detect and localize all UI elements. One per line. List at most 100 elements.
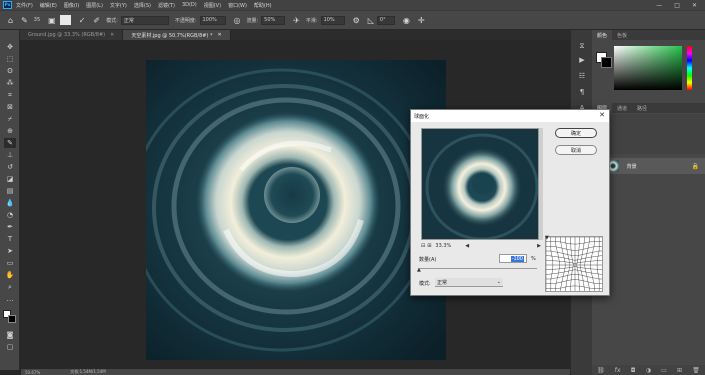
shape-tool-icon[interactable]: ▭ <box>4 258 16 268</box>
path-select-tool-icon[interactable]: ➤ <box>4 246 16 256</box>
brush-icon[interactable]: ✐ <box>93 16 100 25</box>
quick-mask-icon[interactable]: ◙ <box>4 330 16 340</box>
opacity-field[interactable]: 100% <box>199 15 226 25</box>
lasso-tool-icon[interactable]: ʘ <box>4 66 16 76</box>
tab-color[interactable]: 颜色 <box>592 30 613 40</box>
amount-slider-track[interactable] <box>419 268 537 269</box>
paragraph-panel-icon[interactable]: ¶ <box>577 88 587 98</box>
mode-label: 模式: <box>106 17 118 24</box>
add-mask-icon[interactable]: ◘ <box>631 367 636 374</box>
more-tools-icon[interactable]: … <box>4 294 16 304</box>
scroll-left-icon[interactable]: ◀ <box>465 243 469 249</box>
new-group-icon[interactable]: ▭ <box>661 367 667 374</box>
pen-tool-icon[interactable]: ✒ <box>4 222 16 232</box>
brush-preview-swatch[interactable] <box>59 15 71 25</box>
preview-scrollbar[interactable] <box>539 128 543 240</box>
menu-3d[interactable]: 3D(D) <box>182 2 197 8</box>
link-layers-icon[interactable]: ⛓ <box>597 367 605 374</box>
menu-filter[interactable]: 滤镜(T) <box>158 2 175 9</box>
healing-tool-icon[interactable]: ⊕ <box>4 126 16 136</box>
symmetry-icon[interactable]: ✛ <box>418 16 425 25</box>
dodge-tool-icon[interactable]: ◔ <box>4 210 16 220</box>
menu-layer[interactable]: 图层(L) <box>86 2 103 9</box>
pressure-opacity-icon[interactable]: ◎ <box>234 16 241 25</box>
settings-gear-icon[interactable]: ⚙ <box>353 16 360 25</box>
brush-settings-icon[interactable]: ▣ <box>48 16 56 25</box>
amount-input[interactable]: -100 <box>499 254 527 263</box>
cancel-button[interactable]: 取消 <box>555 145 597 155</box>
type-tool-icon[interactable]: T <box>4 234 16 244</box>
properties-panel-icon[interactable]: ☷ <box>577 72 587 82</box>
tab-paths[interactable]: 路径 <box>632 103 652 113</box>
zoom-readout[interactable]: 50.67% <box>25 370 40 375</box>
brush-size-value[interactable]: 35 <box>34 17 40 23</box>
angle-field[interactable]: 0° <box>376 15 395 25</box>
amount-slider-thumb[interactable]: ▲ <box>417 267 421 273</box>
menu-edit[interactable]: 编辑(E) <box>40 2 57 9</box>
mode-select[interactable]: 正常 ⌄ <box>435 278 503 287</box>
ok-button[interactable]: 确定 <box>555 128 597 138</box>
tab-ground-label: Ground.jpg @ 33.3% (RGB/8#) <box>28 32 106 38</box>
delete-layer-icon[interactable]: 🗑 <box>692 367 700 374</box>
hue-slider[interactable] <box>687 46 692 90</box>
scroll-right-icon[interactable]: ▶ <box>537 243 541 249</box>
tab-channels[interactable]: 通道 <box>612 103 632 113</box>
marquee-tool-icon[interactable]: ⬚ <box>4 54 16 64</box>
layer-name[interactable]: 背景 <box>627 163 637 170</box>
close-window-button[interactable]: ✕ <box>692 2 697 9</box>
menu-select[interactable]: 选择(S) <box>134 2 151 9</box>
pressure-size-icon[interactable]: ◉ <box>403 16 410 25</box>
angle-icon[interactable]: ◺ <box>368 16 374 25</box>
dialog-preview[interactable] <box>421 128 539 240</box>
history-panel-icon[interactable]: ⧖ <box>577 42 587 52</box>
eyedropper-tool-icon[interactable]: ⌿ <box>4 114 16 124</box>
vortex-sky-image[interactable] <box>146 60 446 360</box>
brush-tool-active-icon[interactable]: ✎ <box>4 138 16 148</box>
flow-field[interactable]: 50% <box>261 15 286 25</box>
layer-style-icon[interactable]: fx <box>615 367 621 374</box>
check-icon[interactable]: ✓ <box>79 16 86 25</box>
crop-tool-icon[interactable]: ⌗ <box>4 90 16 100</box>
stamp-tool-icon[interactable]: ⊥ <box>4 150 16 160</box>
zoom-tool-icon[interactable]: ⌕ <box>4 282 16 292</box>
grid-line <box>570 237 574 291</box>
tab-ground[interactable]: Ground.jpg @ 33.3% (RGB/8#) ✕ <box>20 30 124 40</box>
maximize-button[interactable]: □ <box>674 2 680 9</box>
color-picker-field[interactable] <box>614 46 682 90</box>
minimize-button[interactable]: — <box>656 2 662 9</box>
tab-swatches[interactable]: 色板 <box>612 30 632 40</box>
menu-help[interactable]: 帮助(H) <box>254 2 272 9</box>
dialog-close-icon[interactable]: ✕ <box>599 111 605 119</box>
airbrush-icon[interactable]: ✈ <box>293 16 300 25</box>
menu-type[interactable]: 文字(Y) <box>110 2 127 9</box>
zoom-in-icon[interactable]: ⊞ <box>427 243 431 249</box>
mode-dropdown[interactable]: 正常 <box>120 15 169 25</box>
chevron-down-icon: ⌄ <box>496 279 501 285</box>
smoothing-field[interactable]: 10% <box>320 15 345 25</box>
home-icon[interactable]: ⌂ <box>8 16 13 25</box>
eraser-tool-icon[interactable]: ◪ <box>4 174 16 184</box>
move-tool-icon[interactable]: ✥ <box>4 42 16 52</box>
close-tab-icon[interactable]: ✕ <box>110 32 114 38</box>
frame-tool-icon[interactable]: ⊠ <box>4 102 16 112</box>
quick-select-tool-icon[interactable]: ⁂ <box>4 78 16 88</box>
hand-tool-icon[interactable]: ✋ <box>4 270 16 280</box>
brush-tool-icon[interactable]: ✎ <box>21 16 28 25</box>
screen-mode-icon[interactable]: ▢ <box>4 342 16 352</box>
actions-panel-icon[interactable]: ▶ <box>577 56 587 66</box>
menu-window[interactable]: 窗口(W) <box>228 2 247 9</box>
zoom-out-icon[interactable]: ⊟ <box>421 243 425 249</box>
blur-tool-icon[interactable]: 💧 <box>4 198 16 208</box>
menu-view[interactable]: 视图(V) <box>204 2 221 9</box>
new-layer-icon[interactable]: ⊞ <box>677 367 682 374</box>
panel-background-swatch[interactable] <box>601 57 612 68</box>
menu-image[interactable]: 图像(I) <box>64 2 79 9</box>
status-bar: 50.67% 文档:1.54M/1.54M <box>21 369 570 375</box>
close-tab-icon[interactable]: ✕ <box>218 32 222 38</box>
adjustment-layer-icon[interactable]: ◑ <box>646 367 651 374</box>
history-brush-tool-icon[interactable]: ↺ <box>4 162 16 172</box>
tab-sky-material[interactable]: 天空素材.jpg @ 50.7%(RGB/8#) * ✕ <box>123 30 231 40</box>
gradient-tool-icon[interactable]: ▤ <box>4 186 16 196</box>
background-color-swatch[interactable] <box>8 315 16 323</box>
menu-file[interactable]: 文件(F) <box>16 2 33 9</box>
